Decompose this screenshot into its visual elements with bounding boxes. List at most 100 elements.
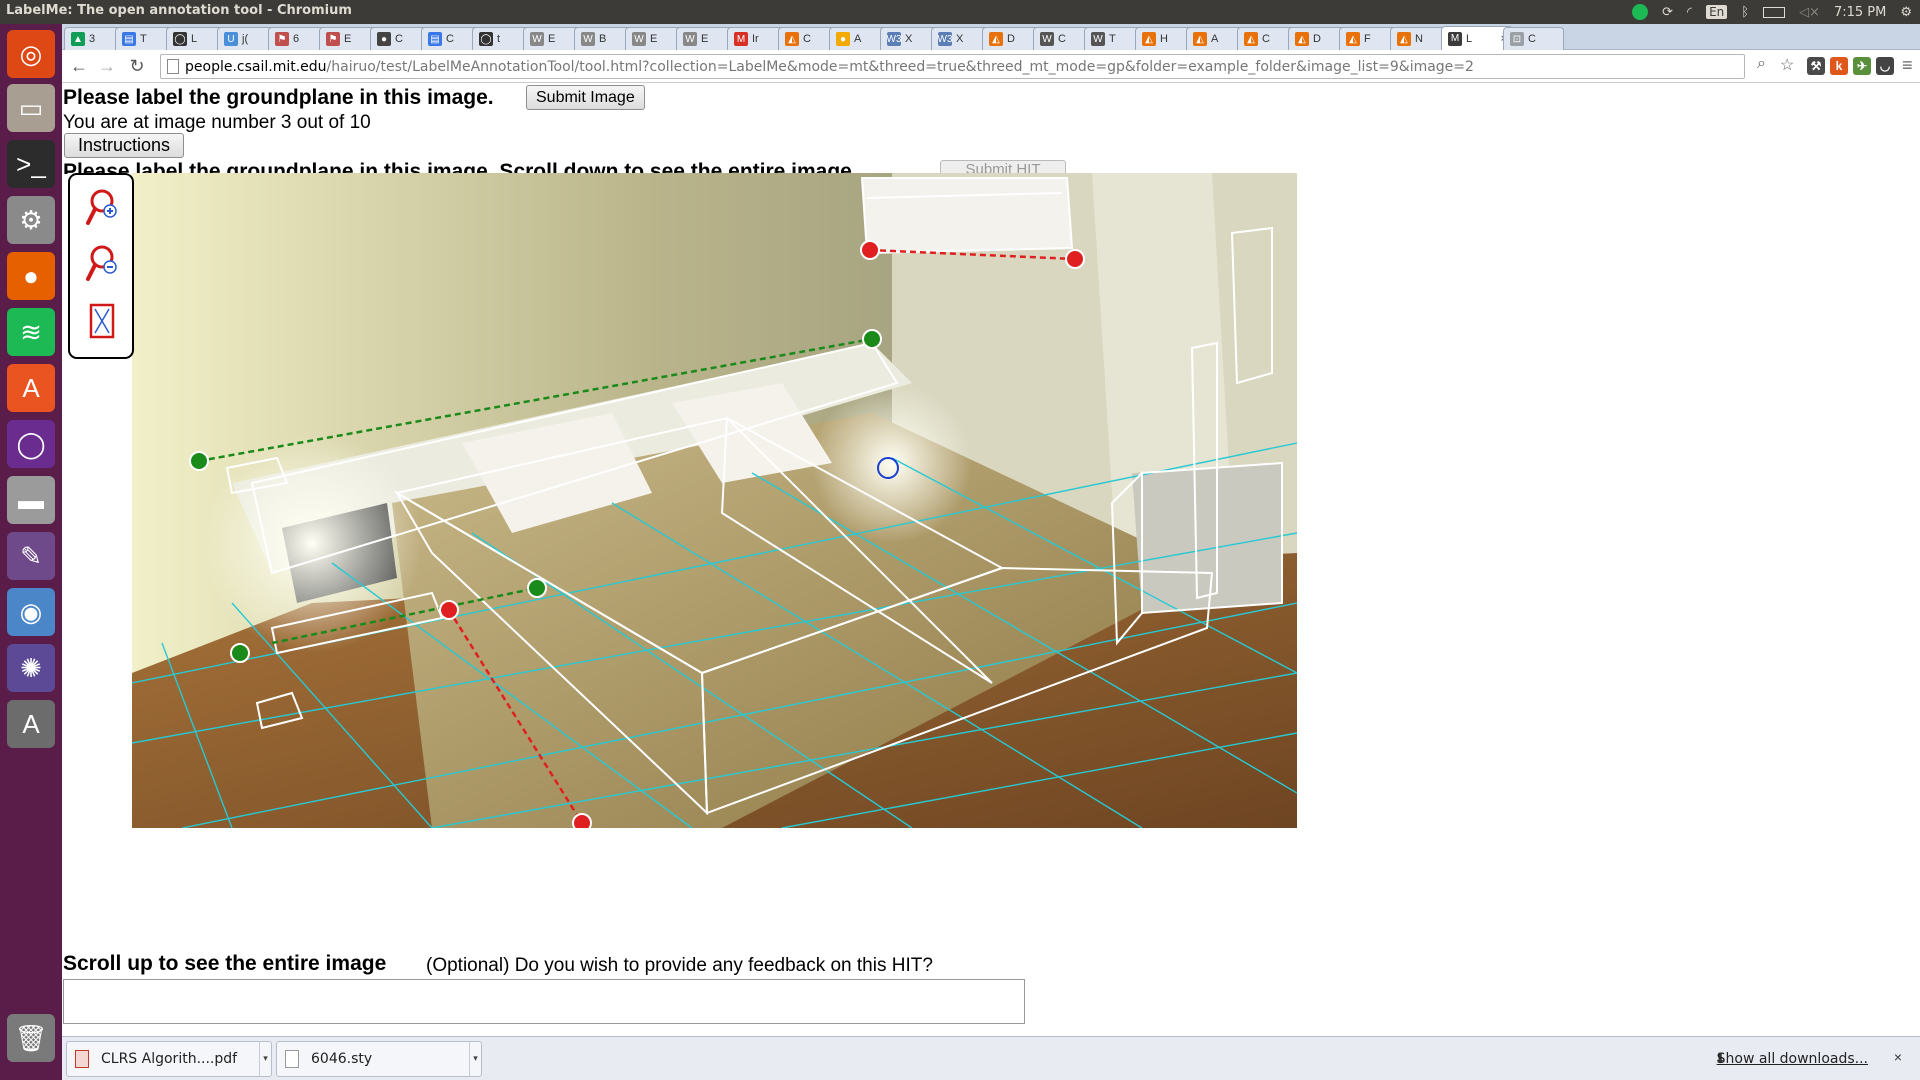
tab-favicon-icon: ▤ (122, 32, 136, 46)
tab-favicon-icon: ⊡ (1510, 32, 1524, 46)
zoom-in-tool[interactable] (84, 187, 120, 231)
firefox-icon[interactable]: ● (7, 252, 55, 300)
tab-favicon-icon: M (734, 32, 748, 46)
url-host: people.csail.mit.edu (185, 58, 327, 75)
zoom-out-icon (86, 245, 117, 281)
chrome-menu-icon[interactable]: ≡ (1902, 55, 1913, 76)
extension-1-icon[interactable]: ⚒ (1807, 57, 1825, 75)
disk-icon[interactable]: ▬ (7, 476, 55, 524)
annotation-scene[interactable] (132, 173, 1297, 828)
tab-title: C (1528, 33, 1536, 45)
download-item-label: CLRS Algorith....pdf (101, 1051, 238, 1067)
submit-image-button[interactable]: Submit Image (526, 85, 645, 110)
annotation-canvas[interactable] (132, 173, 1297, 828)
update-manager-icon[interactable]: A (7, 700, 55, 748)
scroll-note: Scroll up to see the entire image (63, 952, 387, 975)
tab-title: L (1466, 32, 1473, 45)
browser-toolbar: ← → ↻ people.csail.mit.edu/hairuo/test/L… (62, 50, 1920, 83)
files-icon[interactable]: ▭ (7, 84, 55, 132)
browser-tab[interactable]: ⊡ C (1503, 27, 1564, 50)
bookmark-star-icon[interactable]: ☆ (1780, 55, 1794, 75)
tab-favicon-icon: ⚑ (275, 32, 289, 46)
bluetooth-icon[interactable]: ᛒ (1741, 5, 1749, 20)
pocket-icon[interactable]: ◡ (1876, 57, 1894, 75)
tab-title: C (1058, 33, 1066, 45)
tab-favicon-icon: ◭ (1142, 32, 1156, 46)
spotify-tray-icon[interactable] (1632, 4, 1649, 20)
zoom-icon[interactable]: ⌕ (1757, 55, 1766, 73)
launcher: ◎ ▭ >_ ⚙ ● ≋ A ◯ ▬ ✎ ◉ ✺ A 🗑 (0, 24, 62, 1080)
window-title: LabelMe: The open annotation tool - Chro… (6, 3, 352, 18)
download-menu-chevron-icon[interactable]: ▾ (259, 1042, 271, 1076)
zoom-in-icon (86, 189, 117, 225)
sync-icon[interactable]: ⟳ (1662, 5, 1673, 20)
download-item-label: 6046.sty (311, 1051, 373, 1067)
tab-favicon-icon: ◭ (1244, 32, 1258, 46)
battery-icon[interactable] (1763, 6, 1786, 18)
tab-title: T (140, 33, 147, 45)
clock[interactable]: 7:15 PM (1834, 5, 1886, 20)
show-all-downloads-link[interactable]: Show all downloads... (1717, 1051, 1868, 1067)
download-item-clrs[interactable]: CLRS Algorith....pdf ▾ (66, 1041, 272, 1077)
tab-favicon-icon: W (683, 32, 697, 46)
keyboard-layout-indicator[interactable]: En (1706, 5, 1728, 19)
file-icon (285, 1050, 299, 1068)
trash-icon[interactable]: 🗑 (7, 1014, 55, 1062)
feedback-textarea[interactable] (63, 979, 1025, 1024)
tab-favicon-icon: M (1448, 31, 1462, 46)
fit-image-icon (89, 303, 115, 339)
tab-favicon-icon: U (224, 32, 238, 46)
instructions-button[interactable]: Instructions (64, 133, 185, 158)
submit-hit-button[interactable]: Submit HIT (940, 160, 1066, 174)
back-arrow-icon: ← (70, 55, 88, 76)
tab-title: 6 (293, 33, 300, 45)
tab-strip: ▲ 3 ▤ T ◯ L Uj(⚑ 6 ⚑ E ● C ▤ C ◯ t W E W B W E W E M Ir ◭ C ● A W3 X W3 X… (62, 24, 1920, 50)
settings-gear-icon[interactable]: ⚙ (1900, 5, 1912, 20)
image-counter: You are at image number 3 out of 10 (63, 112, 371, 133)
fit-image-tool[interactable] (84, 300, 120, 344)
ubuntu-dash-icon[interactable]: ◎ (7, 30, 55, 78)
address-bar[interactable]: people.csail.mit.edu/hairuo/test/LabelMe… (160, 54, 1745, 79)
system-settings-icon[interactable]: ⚙ (7, 196, 55, 244)
tab-favicon-icon: ◯ (173, 32, 187, 46)
download-item-sty[interactable]: 6046.sty ▾ (276, 1041, 482, 1077)
spotify-icon[interactable]: ≋ (7, 308, 55, 356)
tab-favicon-icon: W (1091, 32, 1105, 46)
feedback-question: (Optional) Do you wish to provide any fe… (426, 955, 933, 976)
extension-2-icon[interactable]: ✈ (1853, 57, 1871, 75)
software-center-icon[interactable]: A (7, 364, 55, 412)
tab-title: j( (242, 33, 249, 45)
tab-favicon-icon: ▤ (428, 32, 442, 46)
zoom-out-tool[interactable] (84, 243, 120, 287)
tab-favicon-icon: ● (377, 32, 391, 46)
tool-palette (68, 173, 134, 359)
volume-icon[interactable]: ◁× (1799, 5, 1820, 20)
tab-favicon-icon: ◭ (989, 32, 1003, 46)
pdf-file-icon (75, 1050, 89, 1068)
page-content: Please label the groundplane in this ima… (62, 84, 1920, 1036)
tab-title: X (905, 33, 913, 45)
reload-button[interactable]: ↻ (126, 55, 148, 77)
tab-favicon-icon: W3 (886, 32, 902, 46)
scene-shelf (862, 178, 1072, 253)
tab-title: E (548, 33, 556, 45)
tab-favicon-icon: ◭ (1346, 32, 1360, 46)
extension-k-icon[interactable]: k (1830, 57, 1848, 75)
app-circle-icon[interactable]: ◯ (7, 420, 55, 468)
forward-arrow-icon: → (98, 55, 116, 76)
tab-title: X (956, 33, 964, 45)
back-button[interactable]: ← (68, 55, 90, 77)
tab-favicon-icon: ⚑ (326, 32, 340, 46)
chromium-icon[interactable]: ◉ (7, 588, 55, 636)
system-tray: ⟳ ◜ En ᛒ ◁× 7:15 PM ⚙ (1632, 0, 1912, 24)
shotwell-icon[interactable]: ✺ (7, 644, 55, 692)
download-menu-chevron-icon[interactable]: ▾ (469, 1042, 481, 1076)
terminal-icon[interactable]: >_ (7, 140, 55, 188)
tab-favicon-icon: ◭ (1295, 32, 1309, 46)
close-icon[interactable]: × (1894, 1049, 1902, 1065)
texmaker-icon[interactable]: ✎ (7, 532, 55, 580)
forward-button[interactable]: → (96, 55, 118, 77)
wifi-icon[interactable]: ◜ (1687, 5, 1692, 20)
tab-title: C (1262, 33, 1270, 45)
tab-favicon-icon: ● (836, 32, 850, 46)
